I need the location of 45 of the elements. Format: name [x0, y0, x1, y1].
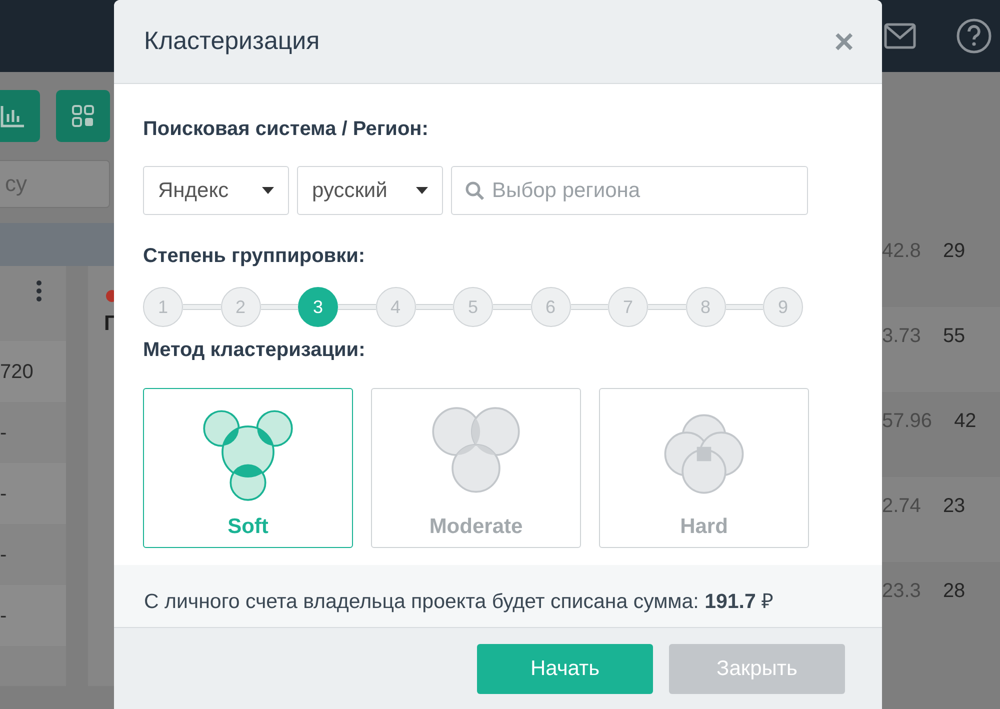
grouping-level[interactable]: 6: [530, 287, 570, 327]
section-label: Степень группировки:: [143, 244, 366, 269]
cost-notice: С личного счета владельца проекта будет списана сумма: 191.7 ₽: [144, 590, 774, 613]
table-cell-text: 55: [942, 324, 966, 349]
more-icon[interactable]: [36, 280, 42, 302]
method-option[interactable]: Hard: [599, 388, 809, 548]
caret-icon: [262, 187, 274, 194]
section-label: Метод кластеризации:: [143, 338, 366, 363]
language-select[interactable]: русский: [297, 166, 443, 215]
table-cell-text: 42: [954, 409, 976, 434]
table-cell-text: -: [0, 604, 7, 628]
table-cell-text: 2.74: [882, 494, 921, 519]
chart-button[interactable]: [0, 90, 40, 142]
table-cell-text: -: [0, 420, 7, 446]
mail-icon[interactable]: [884, 23, 916, 49]
dialog-title: Кластеризация: [144, 26, 320, 57]
grouping-level[interactable]: 9: [763, 287, 803, 327]
start-button[interactable]: Начать: [477, 644, 653, 694]
table-cell-text: 28: [942, 579, 966, 604]
grouping-level[interactable]: 5: [453, 287, 493, 327]
grouping-level[interactable]: 4: [376, 287, 416, 327]
table-cell-text: 720: [0, 360, 34, 384]
caret-icon: [416, 187, 428, 194]
region-field[interactable]: Выбор региона: [451, 166, 808, 215]
close-button[interactable]: ×: [834, 24, 854, 58]
grouping-level[interactable]: 2: [220, 287, 260, 327]
table-cell-text: 29: [942, 239, 966, 264]
method-option[interactable]: Moderate: [371, 388, 581, 548]
grouping-level[interactable]: 1: [143, 287, 183, 327]
table-cell-text: 3.73: [882, 324, 921, 349]
grouping-level[interactable]: 7: [608, 287, 648, 327]
search-icon: [465, 181, 485, 201]
squares-icon: [70, 103, 96, 129]
table-cell-text: -: [0, 482, 7, 506]
help-icon[interactable]: [956, 18, 992, 54]
engine-select[interactable]: Яндекс: [143, 166, 289, 215]
grouping-level[interactable]: 3: [298, 287, 338, 327]
bar-chart-icon: [0, 104, 26, 128]
table-cell-text: 23: [942, 494, 966, 519]
grouping-level[interactable]: 8: [686, 287, 726, 327]
close-button[interactable]: Закрыть: [669, 644, 845, 694]
method-option[interactable]: Soft: [143, 388, 353, 548]
section-label: Поисковая система / Регион:: [143, 117, 430, 142]
table-cell-text: -: [0, 542, 7, 568]
cluster-button[interactable]: [56, 90, 110, 142]
